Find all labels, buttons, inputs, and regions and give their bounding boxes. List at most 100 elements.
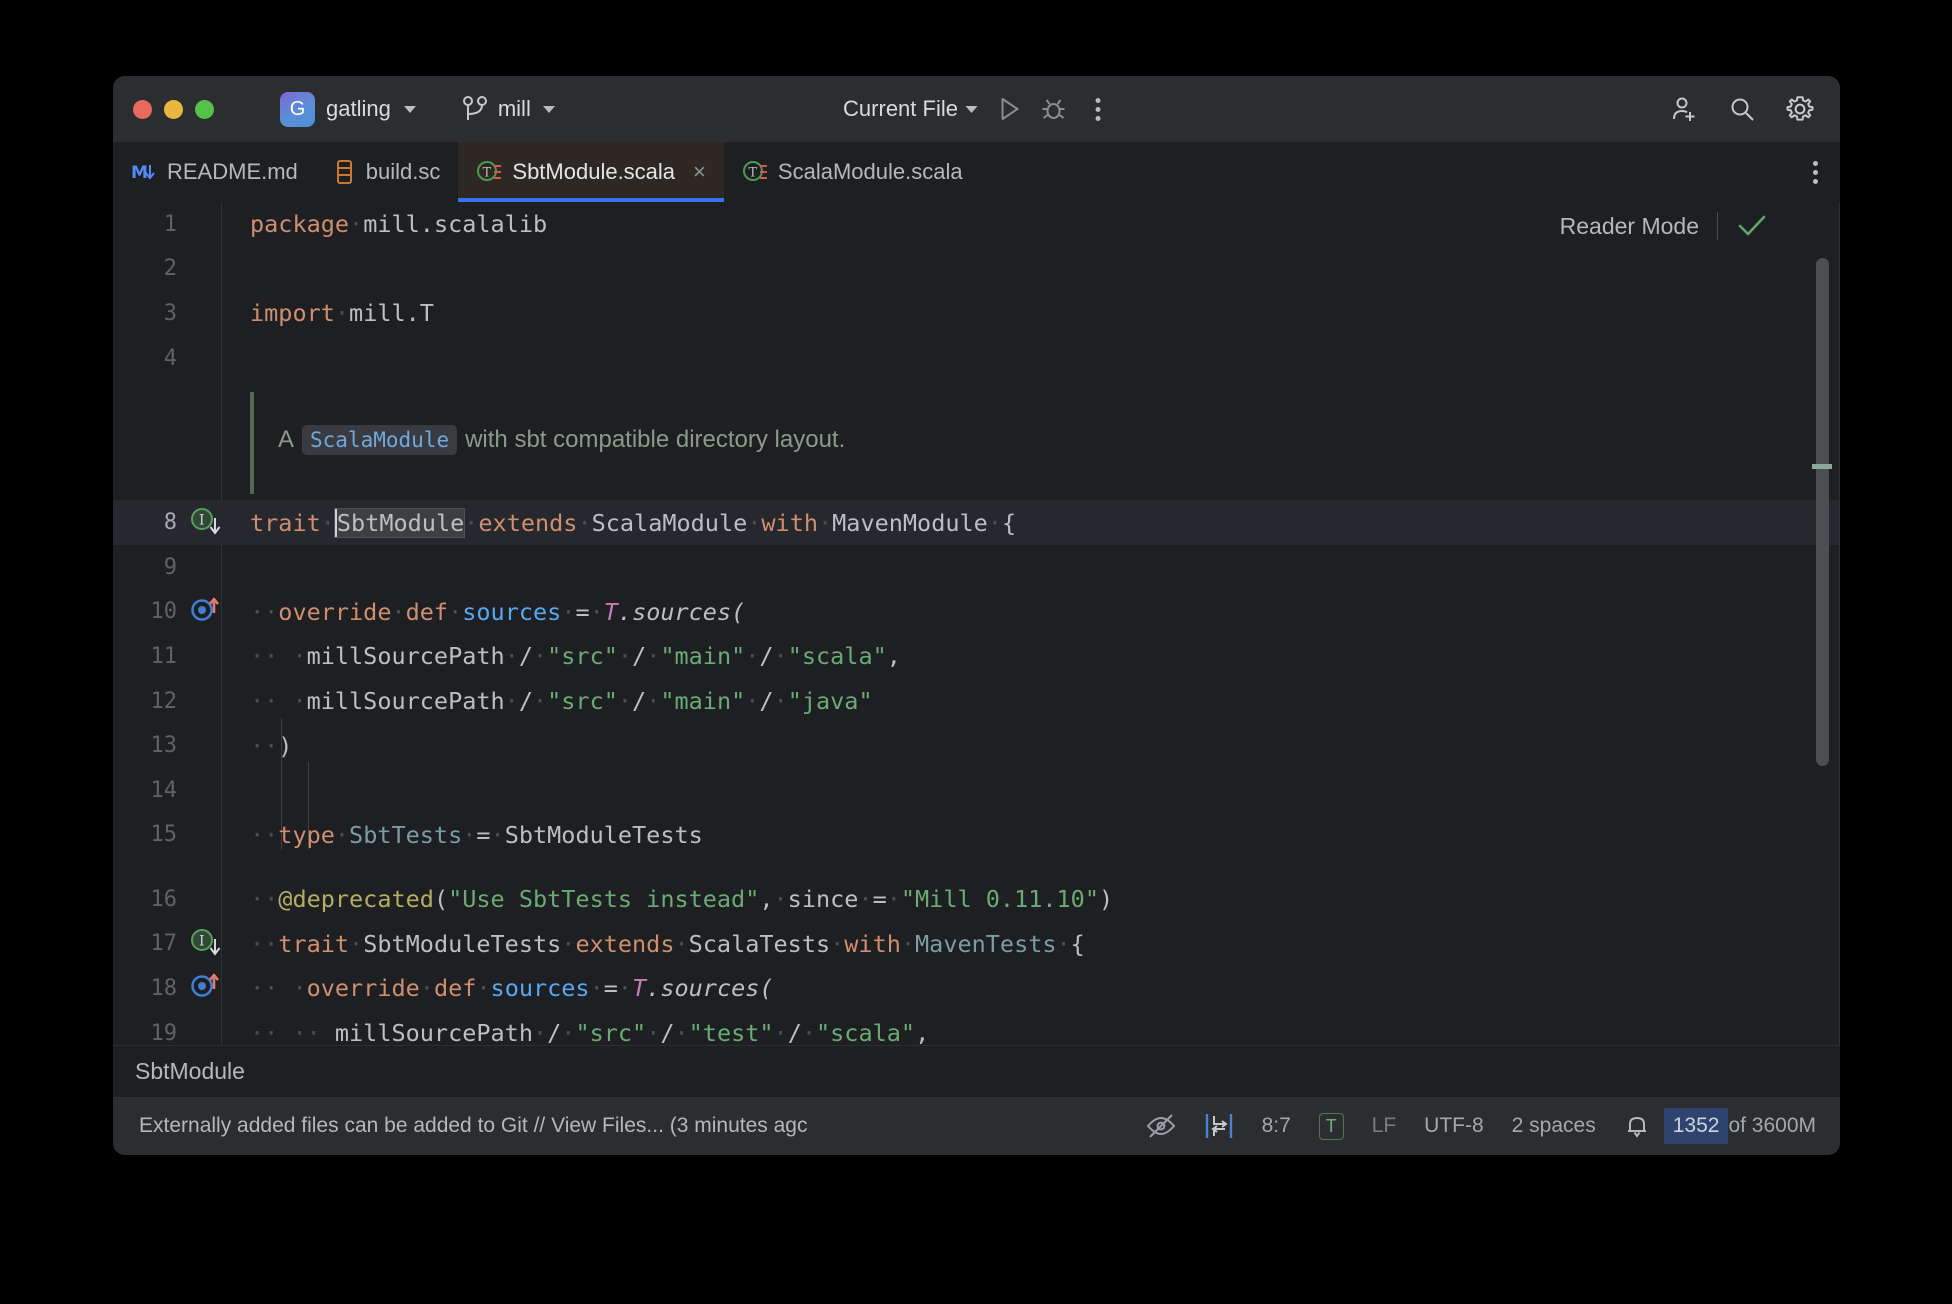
tab-label: SbtModule.scala [512, 159, 676, 184]
code-line[interactable]: 16 ··@deprecated("Use SbtTests instead",… [113, 877, 1840, 922]
run-toolbar: Current File [833, 89, 1120, 129]
token-string: "Mill 0.11.10" [900, 885, 1099, 914]
svg-text:T: T [748, 166, 757, 181]
inspections-ok-icon[interactable] [1736, 213, 1768, 239]
code-line[interactable]: 19 ·· ·· millSourcePath·/·"src"·/·"test"… [113, 1011, 1840, 1045]
token-string: "src" [547, 687, 618, 716]
line-ending-selector[interactable]: LF [1358, 1106, 1411, 1146]
implemented-marker-icon[interactable]: I [189, 506, 223, 540]
code-line[interactable]: 12 ·· ·millSourcePath·/·"src"·/·"main"·/… [113, 679, 1840, 724]
token-operator: = [575, 597, 590, 626]
implemented-marker-icon[interactable]: I [189, 927, 223, 961]
token-identifier-highlight: SbtModule [333, 507, 466, 538]
token-operator: / [759, 687, 774, 716]
reader-mode-badge[interactable]: Reader Mode [1560, 212, 1768, 240]
search-button[interactable] [1720, 89, 1764, 129]
line-number: 9 [163, 554, 177, 580]
code-editor[interactable]: 1 package·mill.scalalib 2 3 import·mill.… [113, 202, 1840, 1045]
project-selector[interactable]: G gatling [276, 89, 424, 130]
scrollbar-marker[interactable] [1812, 464, 1832, 469]
code-line[interactable]: 9 [113, 545, 1840, 590]
token-identifier: SbtModuleTests [363, 929, 562, 958]
svg-text:I: I [199, 512, 205, 528]
tab-list-more-button[interactable] [1791, 142, 1840, 202]
code-line[interactable]: 15 ··type·SbtTests·=·SbtModuleTests [113, 813, 1840, 858]
breadcrumb[interactable]: SbtModule [113, 1045, 1840, 1097]
caret-position[interactable]: 8:7 [1248, 1106, 1305, 1146]
tab-close-icon[interactable]: × [693, 161, 706, 183]
token-comma: , [759, 885, 774, 914]
doc-code-chip[interactable]: ScalaModule [302, 425, 458, 456]
token-operator: / [632, 687, 647, 716]
code-line-current[interactable]: 8 I trait·SbtModule·extends·ScalaModule·… [113, 500, 1840, 545]
token-paren: ) [1098, 885, 1114, 914]
minimize-window-button[interactable] [164, 99, 183, 119]
close-window-button[interactable] [133, 99, 152, 119]
line-number: 12 [150, 688, 178, 714]
line-separator-button[interactable] [1190, 1106, 1248, 1146]
token-type: SbtModuleTests [504, 820, 703, 849]
tab-scalamodule-scala[interactable]: T ScalaModule.scala [724, 142, 981, 202]
vcs-branch-selector[interactable]: mill [454, 91, 563, 127]
code-line[interactable]: 2 [113, 247, 1840, 292]
token-keyword: extends [478, 508, 578, 537]
token-operator: = [476, 820, 491, 849]
whitespace-dot: · [464, 508, 479, 537]
code-line[interactable]: 13 ··) [113, 723, 1840, 768]
rendered-doc-comment[interactable]: A ScalaModule with sbt compatible direct… [113, 380, 1840, 500]
token-keyword: with [844, 929, 901, 958]
tab-sbtmodule-scala[interactable]: T SbtModule.scala × [458, 142, 724, 202]
breadcrumb-path[interactable]: SbtModule [135, 1058, 245, 1085]
token-string: "scala" [816, 1019, 916, 1045]
overriding-method-icon[interactable] [189, 971, 223, 1005]
tab-readme-md[interactable]: M README.md [113, 142, 316, 202]
whitespace-dot: · [532, 1019, 548, 1045]
memory-total[interactable]: of 3600M [1728, 1114, 1840, 1138]
code-line[interactable]: 17 I ··trait·SbtModuleTests·extends·Scal… [113, 922, 1840, 967]
token-identifier: millSourcePath [306, 687, 505, 716]
settings-button[interactable] [1778, 89, 1822, 129]
whitespace-dot: · [646, 642, 661, 671]
status-message[interactable]: Externally added files can be added to G… [139, 1114, 807, 1138]
whitespace-dot: · [617, 642, 633, 671]
code-line[interactable]: 14 [113, 768, 1840, 813]
code-line[interactable]: 18 ·· ·override·def·sources·=·T.sources( [113, 966, 1840, 1011]
token-operator: / [632, 642, 647, 671]
run-button[interactable] [988, 89, 1032, 129]
notifications-button[interactable] [1610, 1106, 1664, 1146]
whitespace-dot: · [987, 508, 1002, 537]
chevron-down-icon [542, 105, 555, 113]
token-type-param: T [603, 597, 618, 626]
whitespace-dot: ·· [250, 820, 279, 849]
line-number: 14 [150, 777, 178, 803]
line-number: 2 [163, 256, 177, 282]
code-line[interactable]: 11 ·· ·millSourcePath·/·"src"·/·"main"·/… [113, 634, 1840, 679]
token-operator: / [547, 1019, 562, 1045]
more-options-icon [1095, 97, 1101, 121]
memory-used[interactable]: 1352 [1663, 1108, 1729, 1144]
zoom-window-button[interactable] [195, 99, 214, 119]
code-line[interactable]: 4 [113, 336, 1840, 381]
line-number: 8 [163, 510, 177, 536]
token-string: "src" [575, 1019, 647, 1045]
reader-mode-toggle-button[interactable] [1132, 1106, 1190, 1146]
file-encoding-selector[interactable]: UTF-8 [1410, 1106, 1498, 1146]
scrollbar-thumb[interactable] [1816, 258, 1829, 766]
overriding-method-icon[interactable] [189, 595, 223, 629]
run-configuration-selector[interactable]: Current File [833, 92, 988, 126]
tab-build-sc[interactable]: build.sc [316, 142, 459, 202]
token-keyword: trait [250, 508, 321, 537]
tab-label: README.md [167, 159, 298, 184]
code-content[interactable]: 1 package·mill.scalalib 2 3 import·mill.… [113, 202, 1840, 1045]
debug-button[interactable] [1032, 89, 1076, 129]
file-type-badge-button[interactable]: T [1305, 1106, 1358, 1146]
indent-size-selector[interactable]: 2 spaces [1498, 1106, 1610, 1146]
vcs-branch-icon [462, 94, 488, 124]
more-options-button[interactable] [1076, 89, 1120, 129]
code-line[interactable]: 3 import·mill.T [113, 291, 1840, 336]
token-keyword: trait [278, 929, 350, 958]
line-text: ·· ·override·def·sources·=·T.sources( [250, 974, 1760, 1002]
add-user-button[interactable] [1662, 89, 1706, 129]
code-line[interactable]: 10 ··override·def·sources·=·T.sources( [113, 590, 1840, 635]
editor-scrollbar[interactable] [1812, 238, 1832, 1025]
